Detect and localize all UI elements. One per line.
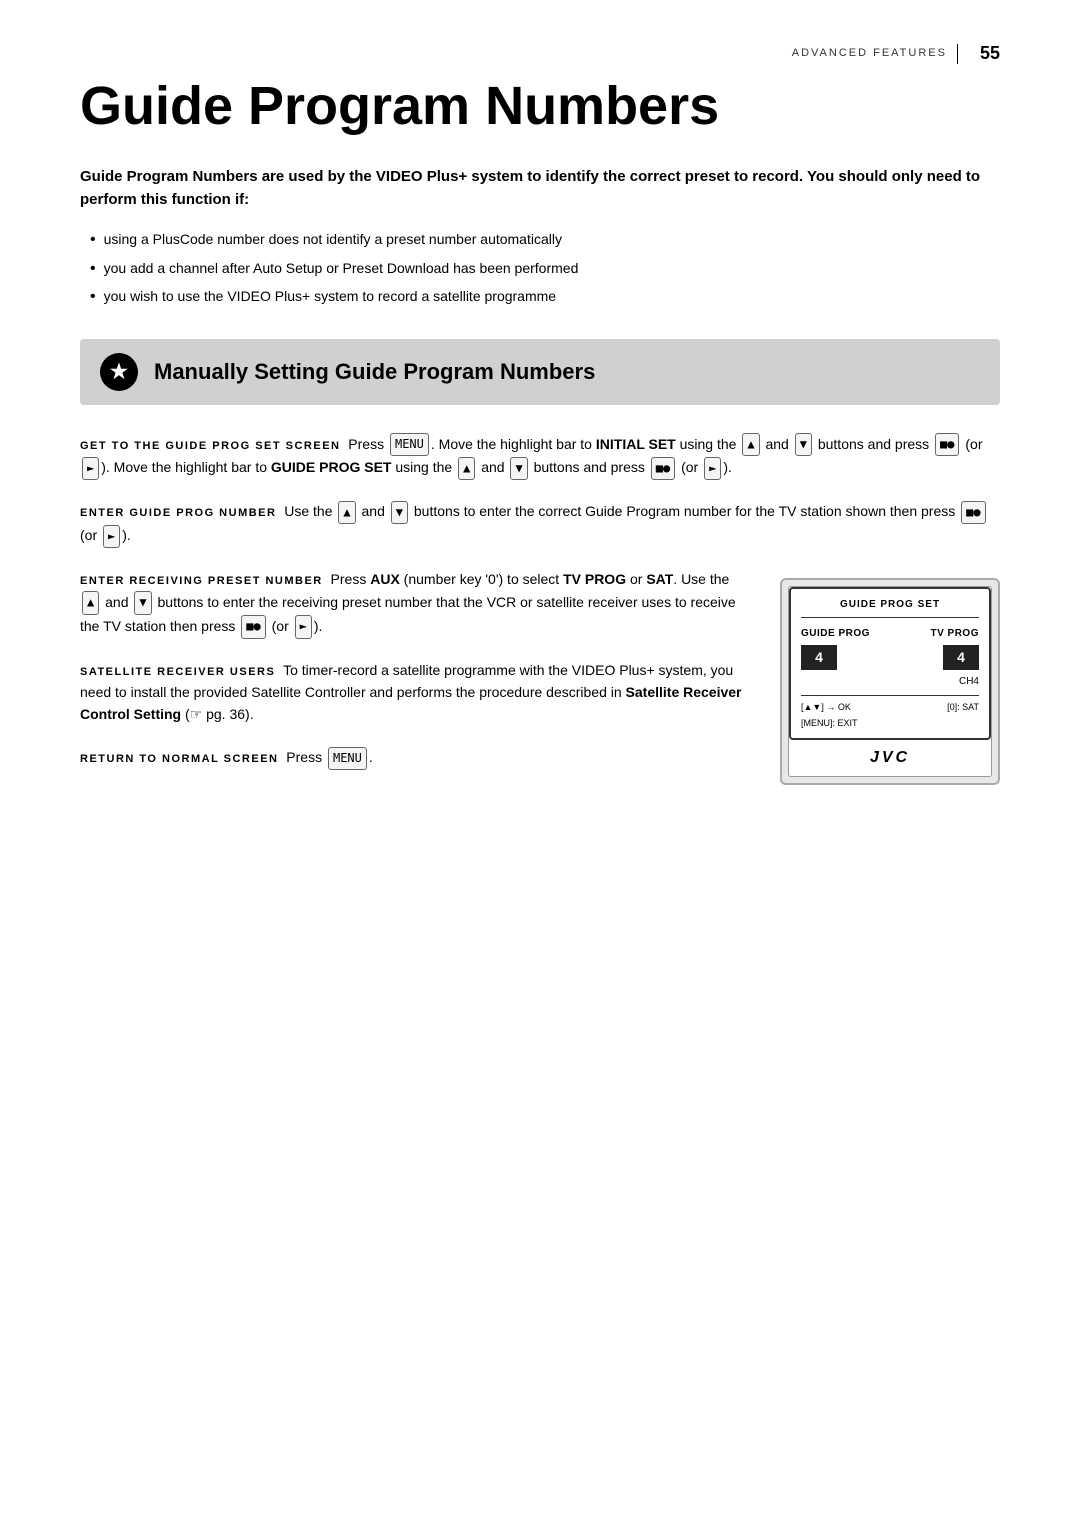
select3-button-icon: ■● bbox=[961, 501, 985, 524]
step-2-label: ENTER GUIDE PROG NUMBER bbox=[80, 507, 276, 519]
down-arrow2-icon: ▼ bbox=[510, 457, 527, 480]
down-arrow-icon: ▼ bbox=[795, 433, 812, 456]
step-3-block: ENTER RECEIVING PRESET NUMBER Press AUX … bbox=[80, 568, 750, 638]
vcr-brand: JVC bbox=[789, 740, 991, 776]
up-arrow4-icon: ▲ bbox=[82, 591, 99, 614]
select2-button-icon: ■● bbox=[651, 457, 675, 480]
step-4-block: SATELLITE RECEIVER USERS To timer-record… bbox=[80, 659, 750, 726]
down-arrow4-icon: ▼ bbox=[134, 591, 151, 614]
step-4-label: SATELLITE RECEIVER USERS bbox=[80, 666, 275, 678]
down-arrow3-icon: ▼ bbox=[391, 501, 408, 524]
content-area: ENTER RECEIVING PRESET NUMBER Press AUX … bbox=[80, 568, 1000, 790]
header-right: ADVANCED FEATURES 55 bbox=[792, 40, 1000, 67]
step-1-block: GET TO THE GUIDE PROG SET SCREEN Press M… bbox=[80, 433, 1000, 481]
vcr-footer-mid: [MENU]: EXIT bbox=[801, 717, 979, 731]
select-button-icon: ■● bbox=[935, 433, 959, 456]
banner-icon: ★ bbox=[100, 353, 138, 391]
vcr-footer: [▲▼] → OK [0]: SAT bbox=[801, 695, 979, 715]
section-title: Manually Setting Guide Program Numbers bbox=[154, 355, 595, 388]
select4-button-icon: ■● bbox=[241, 615, 265, 638]
bullet-item-1: using a PlusCode number does not identif… bbox=[90, 229, 1000, 251]
up-arrow2-icon: ▲ bbox=[458, 457, 475, 480]
vcr-guide-prog-value: 4 bbox=[801, 645, 837, 670]
vcr-tv-prog-label: TV PROG bbox=[930, 626, 979, 641]
right-arrow2-icon: ► bbox=[704, 457, 721, 480]
vcr-screen: GUIDE PROG SET GUIDE PROG TV PROG 4 4 CH… bbox=[789, 587, 991, 740]
page-header: ADVANCED FEATURES 55 bbox=[80, 40, 1000, 67]
vcr-values-row: 4 4 bbox=[801, 645, 979, 670]
vcr-screen-container: GUIDE PROG SET GUIDE PROG TV PROG 4 4 CH… bbox=[788, 586, 992, 777]
text-column: ENTER RECEIVING PRESET NUMBER Press AUX … bbox=[80, 568, 750, 790]
bullet-list: using a PlusCode number does not identif… bbox=[80, 229, 1000, 308]
header-divider bbox=[957, 44, 958, 64]
section-label: ADVANCED FEATURES bbox=[792, 45, 947, 62]
vcr-labels-row: GUIDE PROG TV PROG bbox=[801, 626, 979, 641]
step-5-block: RETURN TO NORMAL SCREEN Press MENU. bbox=[80, 746, 750, 770]
vcr-screen-title: GUIDE PROG SET bbox=[801, 597, 979, 618]
up-arrow3-icon: ▲ bbox=[338, 501, 355, 524]
right-arrow4-icon: ► bbox=[295, 615, 312, 638]
page-number: 55 bbox=[980, 40, 1000, 67]
vcr-footer-right: [0]: SAT bbox=[947, 701, 979, 715]
vcr-tv-prog-value: 4 bbox=[943, 645, 979, 670]
vcr-ch4: CH4 bbox=[801, 674, 979, 689]
right-arrow3-icon: ► bbox=[103, 525, 120, 548]
star-icon: ★ bbox=[110, 357, 128, 387]
vcr-footer-left: [▲▼] → OK bbox=[801, 701, 851, 715]
intro-bold: Guide Program Numbers are used by the VI… bbox=[80, 166, 1000, 211]
vcr-guide-prog-label: GUIDE PROG bbox=[801, 626, 870, 641]
section-banner: ★ Manually Setting Guide Program Numbers bbox=[80, 339, 1000, 405]
up-arrow-icon: ▲ bbox=[742, 433, 759, 456]
step-3-label: ENTER RECEIVING PRESET NUMBER bbox=[80, 575, 323, 587]
vcr-outer: GUIDE PROG SET GUIDE PROG TV PROG 4 4 CH… bbox=[780, 578, 1000, 785]
step-5-label: RETURN TO NORMAL SCREEN bbox=[80, 753, 279, 765]
menu2-button-icon: MENU bbox=[328, 747, 367, 770]
menu-button-icon: MENU bbox=[390, 433, 429, 456]
step-1-label: GET TO THE GUIDE PROG SET SCREEN bbox=[80, 440, 341, 452]
right-arrow-icon: ► bbox=[82, 457, 99, 480]
bullet-item-3: you wish to use the VIDEO Plus+ system t… bbox=[90, 286, 1000, 308]
screen-diagram: GUIDE PROG SET GUIDE PROG TV PROG 4 4 CH… bbox=[780, 578, 1000, 785]
main-title: Guide Program Numbers bbox=[80, 77, 1000, 136]
step-2-block: ENTER GUIDE PROG NUMBER Use the ▲ and ▼ … bbox=[80, 500, 1000, 548]
bullet-item-2: you add a channel after Auto Setup or Pr… bbox=[90, 258, 1000, 280]
step-5-text: Press MENU. bbox=[282, 749, 372, 765]
